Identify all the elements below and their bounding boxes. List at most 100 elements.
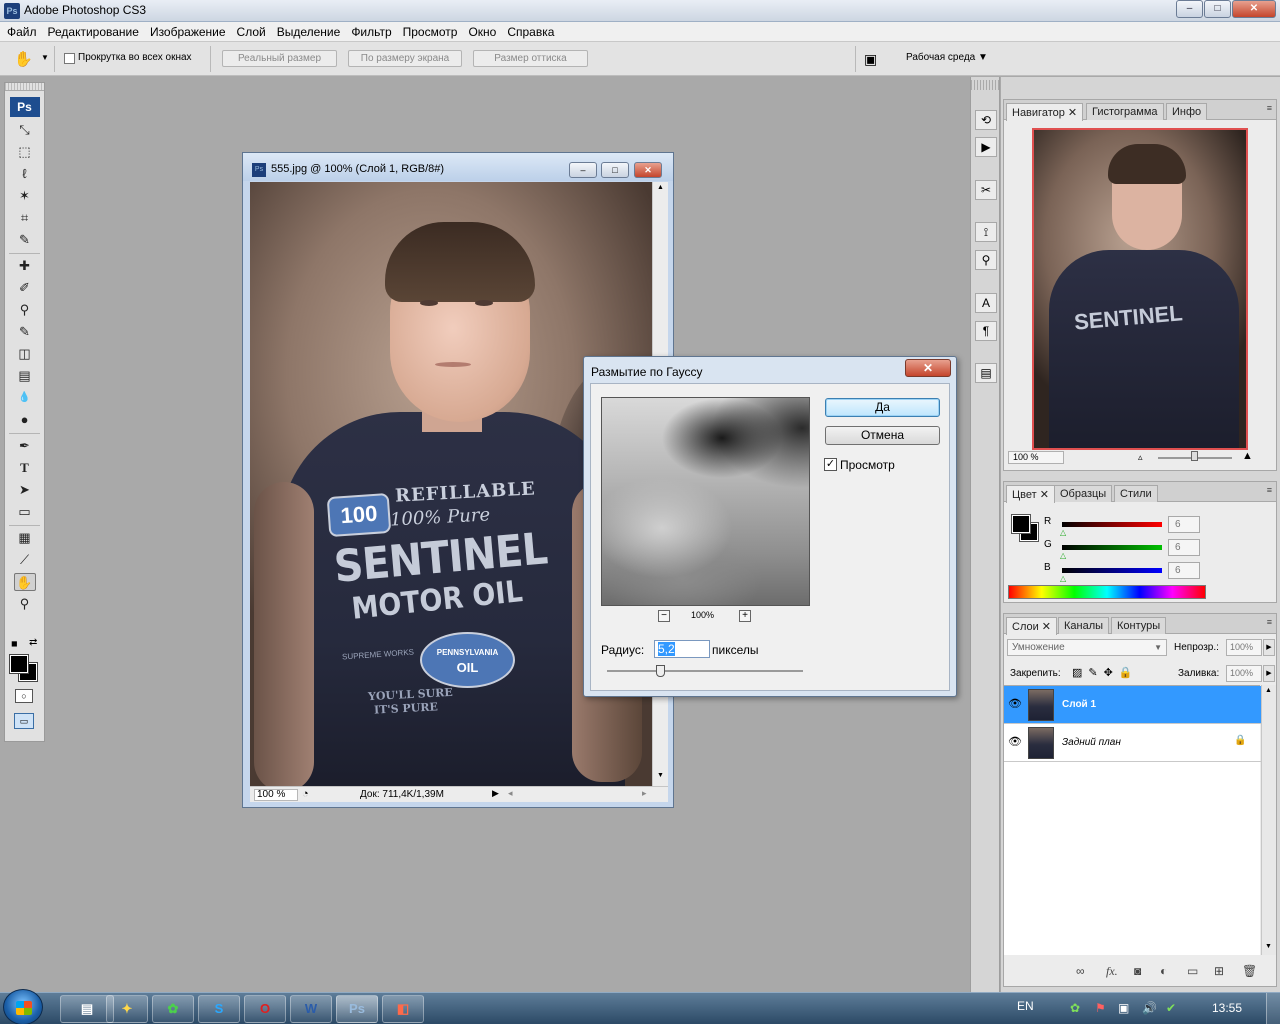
zoom-field[interactable]: 100 % (254, 789, 298, 801)
show-desktop-button[interactable] (1266, 993, 1280, 1024)
menu-image[interactable]: Изображение (147, 25, 234, 39)
magic-wand-tool-icon[interactable]: ✶ (14, 187, 36, 205)
photoshop-logo-icon[interactable]: Ps (9, 97, 40, 117)
taskbar-photoshop[interactable]: Ps (336, 995, 378, 1023)
bridge-icon[interactable]: ▣ (864, 51, 877, 68)
navigator-zoom-thumb[interactable] (1191, 451, 1198, 461)
new-layer-icon[interactable]: ⊞ (1214, 964, 1224, 978)
slider-thumb-b-icon[interactable]: △ (1060, 574, 1066, 583)
hand-tool-preset-icon[interactable]: ✋ (14, 50, 33, 68)
layer-name[interactable]: Задний план (1062, 737, 1121, 748)
move-tool-icon[interactable]: ⤡ (14, 121, 36, 139)
adjustment-layer-icon[interactable]: ◐ (1160, 964, 1167, 978)
preview-zoom-in-button[interactable]: + (739, 610, 751, 622)
slider-track-g[interactable] (1062, 545, 1162, 550)
menu-file[interactable]: Файл (4, 25, 45, 39)
scroll-down-icon[interactable]: ▼ (657, 772, 664, 779)
actual-pixels-button[interactable]: Реальный размер (222, 50, 337, 67)
menu-view[interactable]: Просмотр (400, 25, 466, 39)
maximize-button[interactable]: □ (1204, 0, 1231, 18)
slider-track-b[interactable] (1062, 568, 1162, 573)
scroll-left-icon[interactable]: ◂ (508, 788, 513, 799)
document-close-button[interactable]: ✕ (634, 162, 662, 178)
brushes-panel-icon[interactable]: ⟟ (975, 222, 997, 242)
clone-source-icon[interactable]: ⚲ (975, 250, 997, 270)
value-field-g[interactable]: 6 (1168, 539, 1200, 556)
document-minimize-button[interactable]: – (569, 162, 597, 178)
opacity-arrow-icon[interactable]: ▶ (1263, 639, 1275, 656)
taskbar-butterfly[interactable]: ✦ (106, 995, 148, 1023)
value-field-r[interactable]: 6 (1168, 516, 1200, 533)
blur-preview[interactable] (601, 397, 810, 606)
tool-preset-dropdown-icon[interactable]: ▼ (41, 53, 49, 62)
menu-edit[interactable]: Редактирование (45, 25, 147, 39)
taskbar-opera[interactable]: O (244, 995, 286, 1023)
tray-display-icon[interactable]: ▣ (1118, 1001, 1129, 1015)
gradient-tool-icon[interactable]: ▤ (14, 367, 36, 385)
panel-menu-icon[interactable]: ≡ (1267, 103, 1272, 113)
tray-volume-icon[interactable]: 🔊 (1142, 1001, 1157, 1015)
notes-tool-icon[interactable]: ▦ (14, 529, 36, 547)
tab-navigator[interactable]: Навигатор ✕ (1006, 103, 1084, 121)
zoom-out-icon[interactable]: ▵ (1138, 452, 1143, 463)
radius-input[interactable]: 5,2 (654, 640, 710, 658)
zoom-in-icon[interactable]: ▲ (1242, 450, 1253, 462)
layer-row[interactable]: 👁 Слой 1 (1004, 686, 1276, 724)
navigator-thumbnail[interactable]: SENTINEL (1032, 128, 1248, 450)
cancel-button[interactable]: Отмена (825, 426, 940, 445)
status-info-icon[interactable]: ◔ (302, 788, 309, 800)
blend-mode-select[interactable]: Умножение ▼ (1007, 639, 1167, 656)
history-brush-tool-icon[interactable]: ✎ (14, 323, 36, 341)
start-button[interactable] (3, 989, 43, 1024)
ok-button[interactable]: Да (825, 398, 940, 417)
tab-info[interactable]: Инфо (1166, 103, 1208, 120)
tab-styles[interactable]: Стили (1114, 485, 1158, 502)
add-mask-icon[interactable]: ◙ (1134, 964, 1141, 978)
panel-menu-icon[interactable]: ≡ (1267, 485, 1272, 495)
fit-screen-button[interactable]: По размеру экрана (348, 50, 462, 67)
minimize-button[interactable]: – (1176, 0, 1203, 18)
quick-mask-icon[interactable]: ○ (15, 689, 33, 703)
scroll-down-icon[interactable]: ▼ (1265, 943, 1272, 950)
layer-name[interactable]: Слой 1 (1062, 699, 1096, 710)
marquee-tool-icon[interactable]: ⬚ (14, 143, 36, 161)
layer-visibility-eye-icon[interactable]: 👁 (1008, 697, 1022, 710)
menu-window[interactable]: Окно (465, 25, 504, 39)
shape-tool-icon[interactable]: ▭ (14, 503, 36, 521)
document-titlebar[interactable]: Ps 555.jpg @ 100% (Слой 1, RGB/8#) – □ ✕ (243, 153, 673, 181)
slider-thumb-r-icon[interactable]: △ (1060, 528, 1066, 537)
blur-tool-icon[interactable]: 💧 (14, 389, 36, 407)
crop-tool-icon[interactable]: ⌗ (14, 209, 36, 227)
fx-icon[interactable]: fx. (1106, 964, 1118, 979)
status-menu-arrow-icon[interactable]: ▶ (492, 788, 499, 799)
radius-slider-thumb[interactable] (655, 665, 665, 677)
color-fg-swatch[interactable] (1011, 514, 1031, 534)
scroll-up-icon[interactable]: ▲ (657, 184, 664, 191)
actions-panel-icon[interactable]: ▶ (975, 137, 997, 157)
new-group-icon[interactable]: ▭ (1187, 964, 1198, 978)
tab-layers[interactable]: Слои ✕ (1006, 617, 1058, 635)
taskbar-word[interactable]: W (290, 995, 332, 1023)
tray-security-icon[interactable]: ✔ (1166, 1001, 1176, 1015)
opacity-field[interactable]: 100% (1226, 639, 1262, 656)
close-button[interactable]: ✕ (1232, 0, 1276, 18)
taskbar-clover[interactable]: ✿ (152, 995, 194, 1023)
tab-color[interactable]: Цвет ✕ (1006, 485, 1055, 503)
paragraph-panel-icon[interactable]: ¶ (975, 321, 997, 341)
value-field-b[interactable]: 6 (1168, 562, 1200, 579)
eyedropper-tool-icon[interactable]: ⟋ (14, 551, 36, 569)
slider-track-r[interactable] (1062, 522, 1162, 527)
layer-comps-icon[interactable]: ▤ (975, 363, 997, 383)
print-size-button[interactable]: Размер оттиска (473, 50, 588, 67)
scroll-right-icon[interactable]: ▸ (642, 788, 647, 799)
pen-tool-icon[interactable]: ✒ (14, 437, 36, 455)
toolbox-grip[interactable] (5, 83, 44, 91)
radius-slider-track[interactable] (607, 670, 803, 672)
language-indicator[interactable]: EN (1017, 999, 1034, 1013)
menu-help[interactable]: Справка (504, 25, 562, 39)
preview-checkbox[interactable]: ✓ (824, 458, 837, 471)
dialog-close-button[interactable]: ✕ (905, 359, 951, 377)
preview-zoom-out-button[interactable]: − (658, 610, 670, 622)
tab-channels[interactable]: Каналы (1058, 617, 1110, 634)
tool-presets-icon[interactable]: ✂ (975, 180, 997, 200)
